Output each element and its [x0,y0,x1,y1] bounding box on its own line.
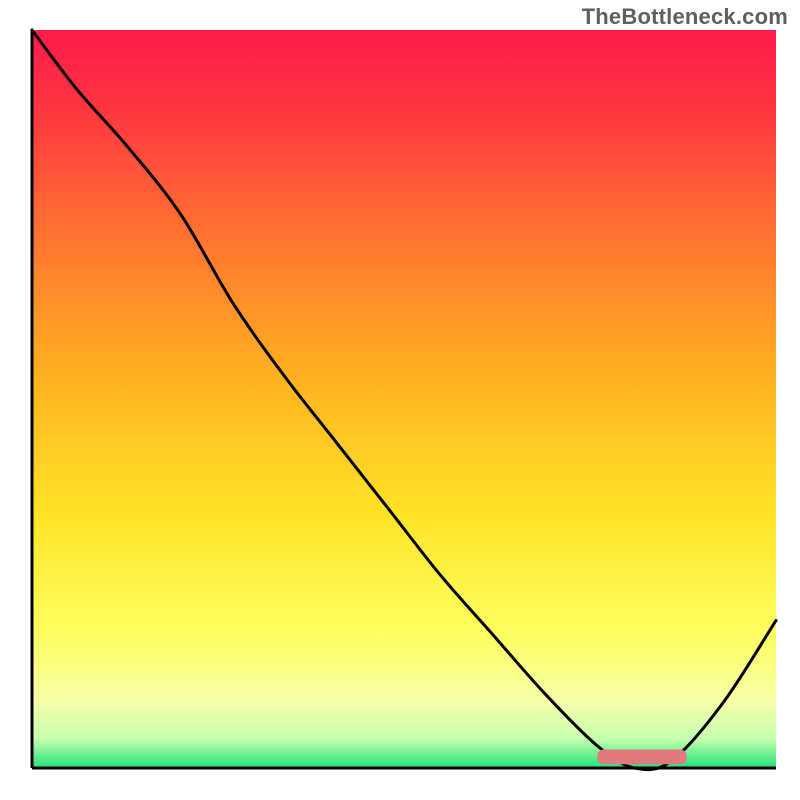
watermark-text: TheBottleneck.com [582,4,788,30]
optimal-marker [597,750,686,765]
chart-container: TheBottleneck.com [0,0,800,800]
bottleneck-chart [0,0,800,800]
plot-area [32,30,776,768]
